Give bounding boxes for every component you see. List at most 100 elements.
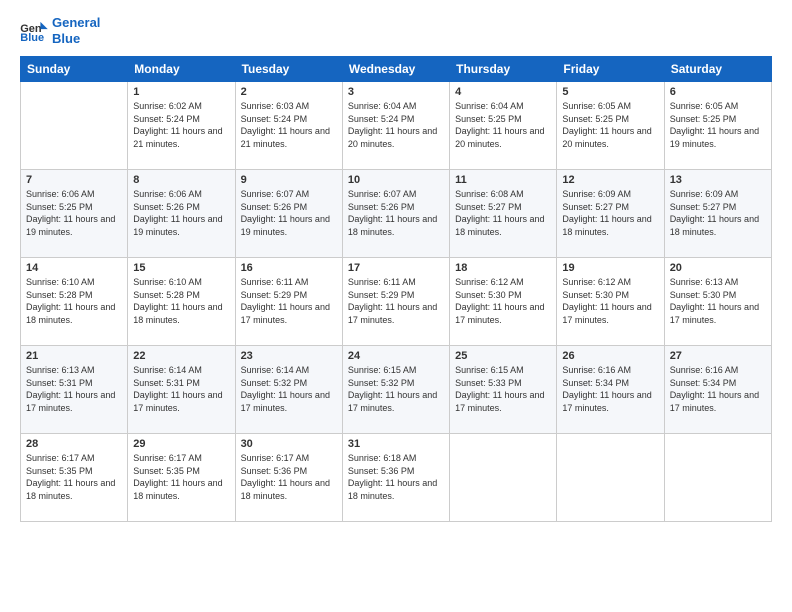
col-header-thursday: Thursday	[450, 57, 557, 82]
day-number: 15	[133, 262, 229, 274]
day-number: 20	[670, 262, 766, 274]
calendar-cell: 6 Sunrise: 6:05 AMSunset: 5:25 PMDaylight…	[664, 82, 771, 170]
day-number: 11	[455, 174, 551, 186]
day-info: Sunrise: 6:11 AMSunset: 5:29 PMDaylight:…	[348, 276, 444, 326]
day-info: Sunrise: 6:13 AMSunset: 5:30 PMDaylight:…	[670, 276, 766, 326]
header: Gen Blue GeneralBlue	[20, 15, 772, 46]
day-number: 3	[348, 86, 444, 98]
day-number: 21	[26, 350, 122, 362]
calendar-cell	[664, 434, 771, 522]
calendar-cell: 15 Sunrise: 6:10 AMSunset: 5:28 PMDayligh…	[128, 258, 235, 346]
day-info: Sunrise: 6:18 AMSunset: 5:36 PMDaylight:…	[348, 452, 444, 502]
calendar-cell: 22 Sunrise: 6:14 AMSunset: 5:31 PMDayligh…	[128, 346, 235, 434]
day-number: 27	[670, 350, 766, 362]
day-number: 17	[348, 262, 444, 274]
day-info: Sunrise: 6:17 AMSunset: 5:36 PMDaylight:…	[241, 452, 337, 502]
day-number: 2	[241, 86, 337, 98]
calendar-cell	[450, 434, 557, 522]
col-header-wednesday: Wednesday	[342, 57, 449, 82]
calendar-cell: 28Sunrise: 6:17 AMSunset: 5:35 PMDayligh…	[21, 434, 128, 522]
day-number: 31	[348, 438, 444, 450]
day-info: Sunrise: 6:16 AMSunset: 5:34 PMDaylight:…	[670, 364, 766, 414]
calendar-cell: 23Sunrise: 6:14 AMSunset: 5:32 PMDayligh…	[235, 346, 342, 434]
day-number: 10	[348, 174, 444, 186]
calendar-cell: 8 Sunrise: 6:06 AMSunset: 5:26 PMDaylight…	[128, 170, 235, 258]
calendar-cell: 27 Sunrise: 6:16 AMSunset: 5:34 PMDayligh…	[664, 346, 771, 434]
day-number: 9	[241, 174, 337, 186]
day-number: 29	[133, 438, 229, 450]
calendar-cell: 2Sunrise: 6:03 AMSunset: 5:24 PMDaylight…	[235, 82, 342, 170]
calendar-cell: 24 Sunrise: 6:15 AMSunset: 5:32 PMDayligh…	[342, 346, 449, 434]
calendar-cell: 16Sunrise: 6:11 AMSunset: 5:29 PMDayligh…	[235, 258, 342, 346]
day-number: 4	[455, 86, 551, 98]
day-number: 30	[241, 438, 337, 450]
calendar-cell	[557, 434, 664, 522]
day-info: Sunrise: 6:13 AMSunset: 5:31 PMDaylight:…	[26, 364, 122, 414]
calendar-cell: 19 Sunrise: 6:12 AMSunset: 5:30 PMDayligh…	[557, 258, 664, 346]
col-header-tuesday: Tuesday	[235, 57, 342, 82]
day-info: Sunrise: 6:10 AMSunset: 5:28 PMDaylight:…	[133, 276, 229, 326]
day-info: Sunrise: 6:12 AMSunset: 5:30 PMDaylight:…	[562, 276, 658, 326]
logo-text: GeneralBlue	[52, 15, 100, 46]
day-number: 23	[241, 350, 337, 362]
day-info: Sunrise: 6:14 AMSunset: 5:31 PMDaylight:…	[133, 364, 229, 414]
calendar-cell: 20 Sunrise: 6:13 AMSunset: 5:30 PMDayligh…	[664, 258, 771, 346]
calendar-cell: 29 Sunrise: 6:17 AMSunset: 5:35 PMDayligh…	[128, 434, 235, 522]
calendar-page: Gen Blue GeneralBlue SundayMondayTuesday…	[0, 0, 792, 612]
calendar-cell: 12 Sunrise: 6:09 AMSunset: 5:27 PMDayligh…	[557, 170, 664, 258]
day-info: Sunrise: 6:11 AMSunset: 5:29 PMDaylight:…	[241, 276, 337, 326]
day-number: 6	[670, 86, 766, 98]
day-number: 1	[133, 86, 229, 98]
day-info: Sunrise: 6:17 AMSunset: 5:35 PMDaylight:…	[133, 452, 229, 502]
day-info: Sunrise: 6:15 AMSunset: 5:33 PMDaylight:…	[455, 364, 551, 414]
day-info: Sunrise: 6:06 AMSunset: 5:26 PMDaylight:…	[133, 188, 229, 238]
day-info: Sunrise: 6:02 AMSunset: 5:24 PMDaylight:…	[133, 100, 229, 150]
day-number: 14	[26, 262, 122, 274]
day-number: 12	[562, 174, 658, 186]
calendar-cell	[21, 82, 128, 170]
calendar-cell: 30 Sunrise: 6:17 AMSunset: 5:36 PMDayligh…	[235, 434, 342, 522]
day-info: Sunrise: 6:07 AMSunset: 5:26 PMDaylight:…	[348, 188, 444, 238]
logo: Gen Blue GeneralBlue	[20, 15, 100, 46]
day-number: 24	[348, 350, 444, 362]
calendar-cell: 26Sunrise: 6:16 AMSunset: 5:34 PMDayligh…	[557, 346, 664, 434]
day-number: 19	[562, 262, 658, 274]
calendar-cell: 10 Sunrise: 6:07 AMSunset: 5:26 PMDayligh…	[342, 170, 449, 258]
calendar-cell: 9 Sunrise: 6:07 AMSunset: 5:26 PMDaylight…	[235, 170, 342, 258]
day-info: Sunrise: 6:09 AMSunset: 5:27 PMDaylight:…	[562, 188, 658, 238]
day-number: 25	[455, 350, 551, 362]
day-number: 28	[26, 438, 122, 450]
logo-icon: Gen Blue	[20, 20, 48, 42]
day-info: Sunrise: 6:05 AMSunset: 5:25 PMDaylight:…	[670, 100, 766, 150]
calendar-cell: 25 Sunrise: 6:15 AMSunset: 5:33 PMDayligh…	[450, 346, 557, 434]
day-number: 18	[455, 262, 551, 274]
calendar-cell: 14 Sunrise: 6:10 AMSunset: 5:28 PMDayligh…	[21, 258, 128, 346]
col-header-friday: Friday	[557, 57, 664, 82]
calendar-week-row: 1 Sunrise: 6:02 AMSunset: 5:24 PMDaylight…	[21, 82, 772, 170]
day-info: Sunrise: 6:16 AMSunset: 5:34 PMDaylight:…	[562, 364, 658, 414]
calendar-week-row: 28 Sunrise: 6:17 AMSunset: 5:35 PMDayligh…	[21, 434, 772, 522]
day-number: 8	[133, 174, 229, 186]
calendar-cell: 13Sunrise: 6:09 AMSunset: 5:27 PMDayligh…	[664, 170, 771, 258]
calendar-cell: 4Sunrise: 6:04 AMSunset: 5:25 PMDaylight…	[450, 82, 557, 170]
calendar-cell: 18Sunrise: 6:12 AMSunset: 5:30 PMDayligh…	[450, 258, 557, 346]
calendar-cell: 1 Sunrise: 6:02 AMSunset: 5:24 PMDaylight…	[128, 82, 235, 170]
calendar-cell: 5Sunrise: 6:05 AMSunset: 5:25 PMDaylight…	[557, 82, 664, 170]
calendar-cell: 7 Sunrise: 6:06 AMSunset: 5:25 PMDaylight…	[21, 170, 128, 258]
day-info: Sunrise: 6:15 AMSunset: 5:32 PMDaylight:…	[348, 364, 444, 414]
day-info: Sunrise: 6:06 AMSunset: 5:25 PMDaylight:…	[26, 188, 122, 238]
calendar-week-row: 21 Sunrise: 6:13 AMSunset: 5:31 PMDayligh…	[21, 346, 772, 434]
day-info: Sunrise: 6:05 AMSunset: 5:25 PMDaylight:…	[562, 100, 658, 150]
day-number: 22	[133, 350, 229, 362]
day-number: 13	[670, 174, 766, 186]
day-info: Sunrise: 6:04 AMSunset: 5:24 PMDaylight:…	[348, 100, 444, 150]
day-info: Sunrise: 6:08 AMSunset: 5:27 PMDaylight:…	[455, 188, 551, 238]
calendar-table: SundayMondayTuesdayWednesdayThursdayFrid…	[20, 56, 772, 522]
day-number: 7	[26, 174, 122, 186]
col-header-monday: Monday	[128, 57, 235, 82]
calendar-cell: 17 Sunrise: 6:11 AMSunset: 5:29 PMDayligh…	[342, 258, 449, 346]
day-info: Sunrise: 6:07 AMSunset: 5:26 PMDaylight:…	[241, 188, 337, 238]
col-header-saturday: Saturday	[664, 57, 771, 82]
day-info: Sunrise: 6:10 AMSunset: 5:28 PMDaylight:…	[26, 276, 122, 326]
calendar-cell: 21 Sunrise: 6:13 AMSunset: 5:31 PMDayligh…	[21, 346, 128, 434]
